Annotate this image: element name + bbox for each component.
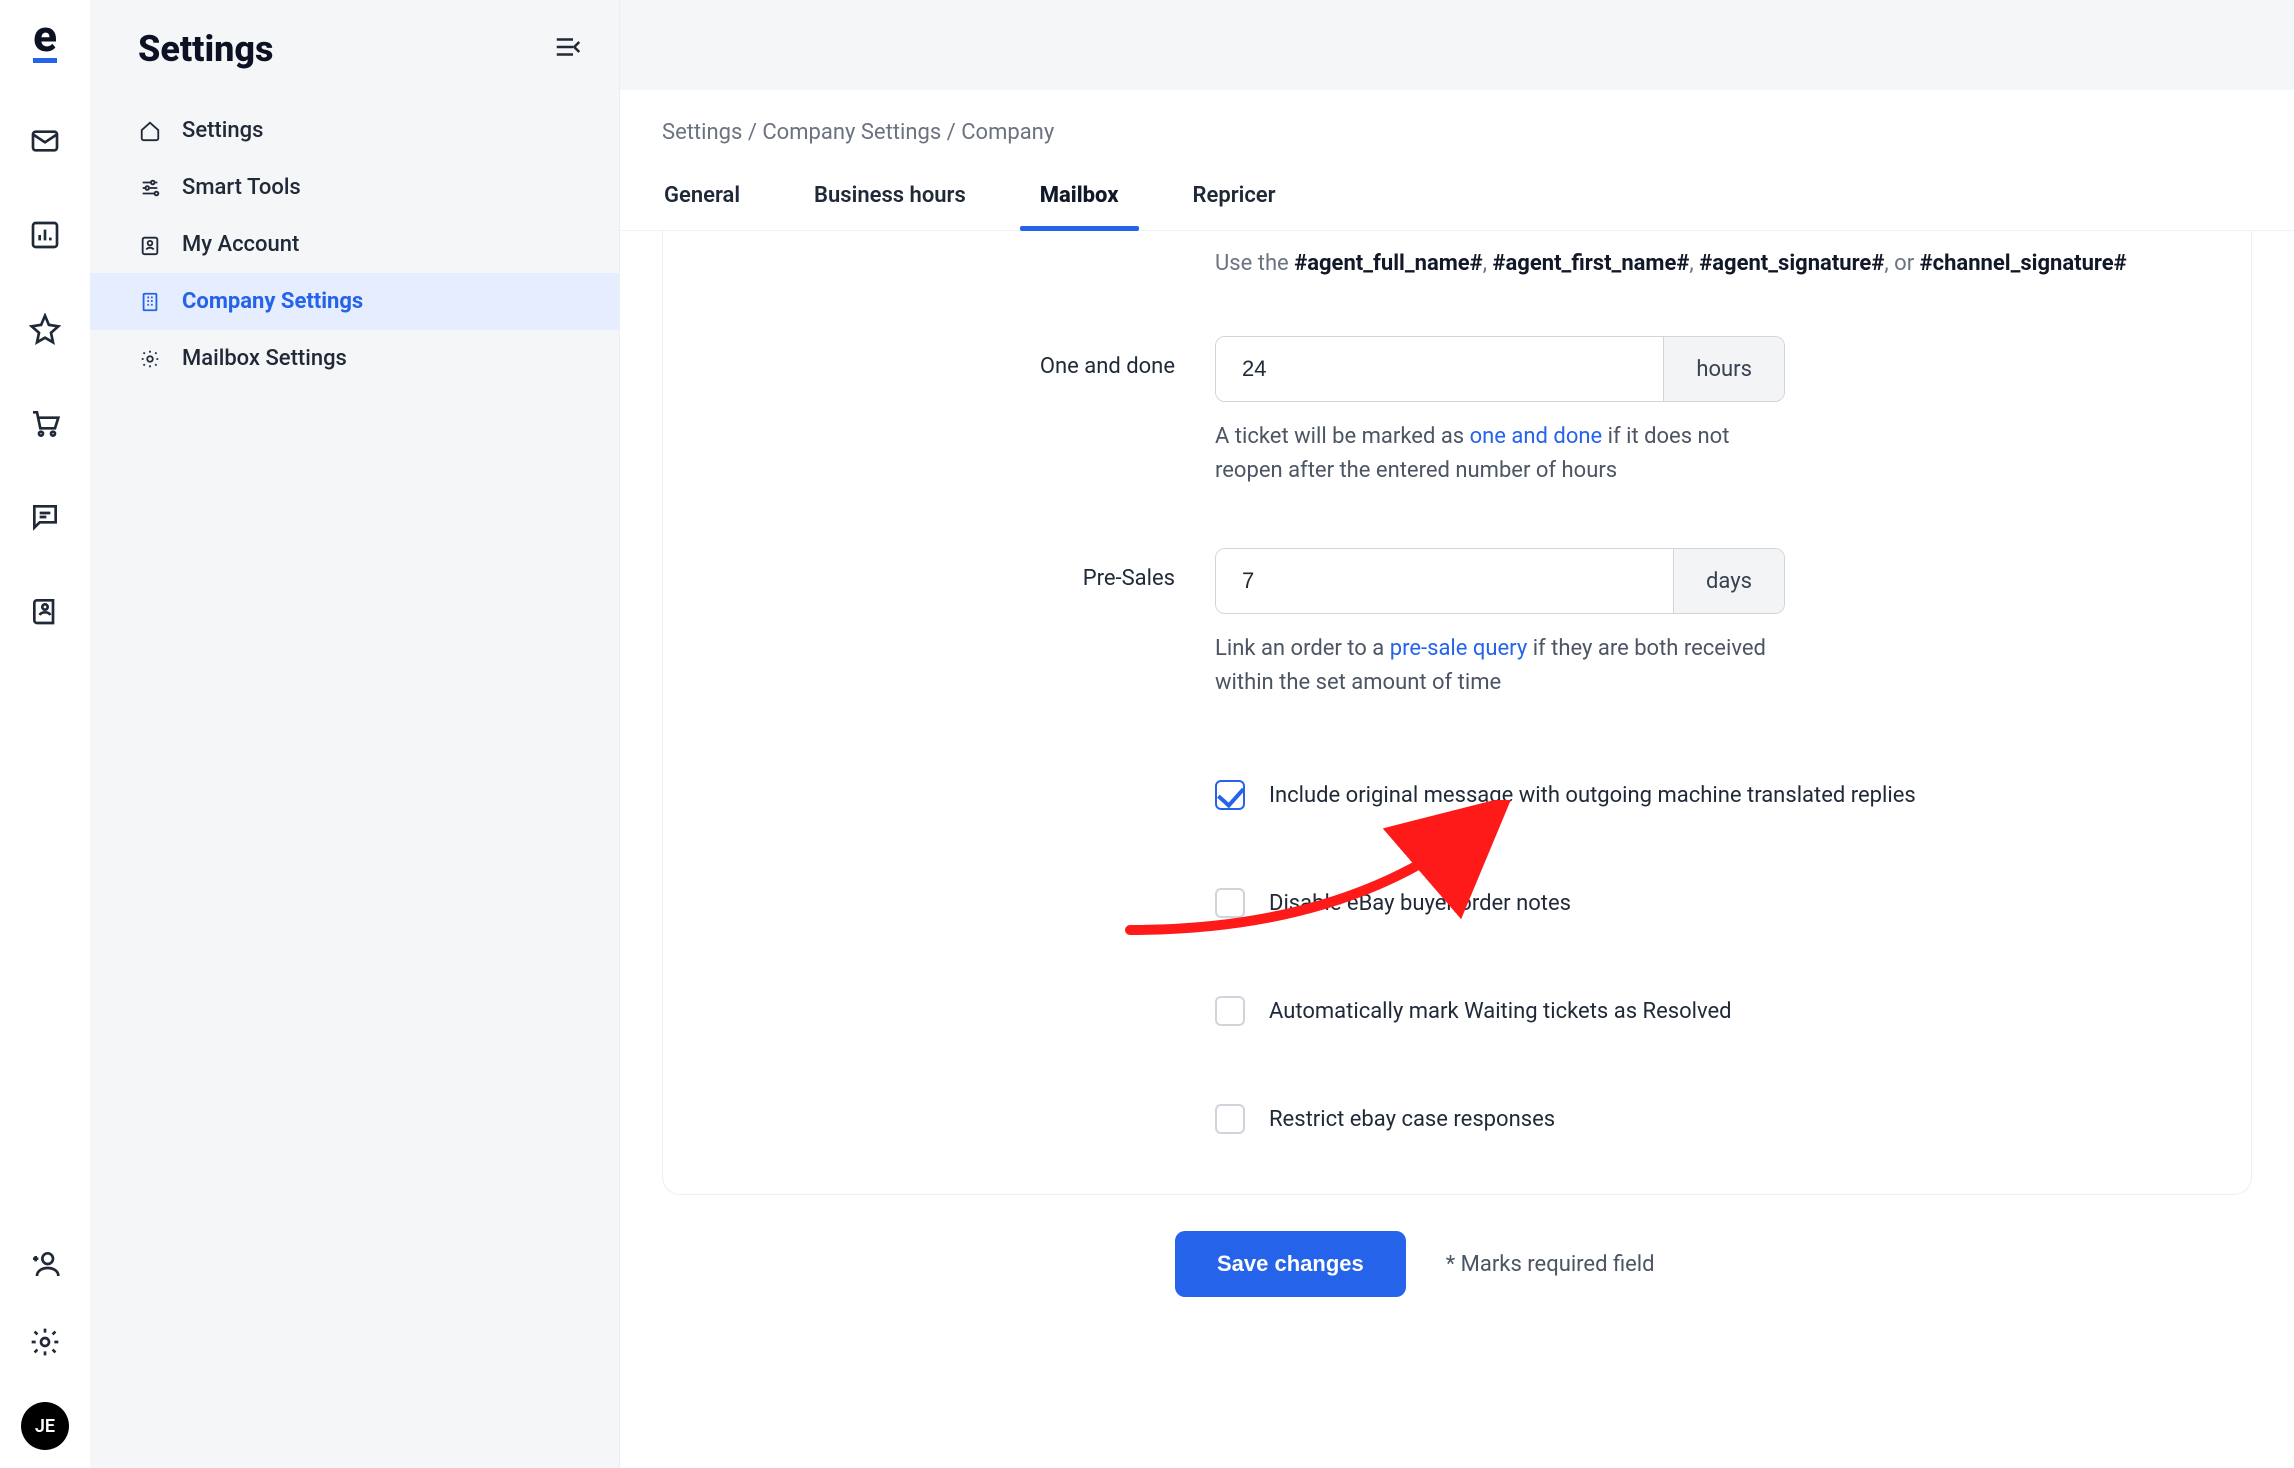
mailbox-settings-card: Use the #agent_full_name#, #agent_first_… — [662, 231, 2252, 1195]
pre-sale-query-link[interactable]: pre-sale query — [1390, 636, 1528, 661]
sliders-icon — [138, 176, 162, 200]
one-and-done-input[interactable] — [1216, 337, 1663, 401]
include-original-label: Include original message with outgoing m… — [1269, 783, 1916, 808]
add-user-icon[interactable] — [27, 1246, 63, 1282]
tab-business-hours[interactable]: Business hours — [812, 165, 968, 230]
star-icon[interactable] — [27, 311, 63, 347]
pre-sales-row: Pre-Sales days Link an order to a pre-sa… — [705, 548, 2209, 700]
mail-icon[interactable] — [27, 123, 63, 159]
disable-ebay-notes-label: Disable eBay buyer order notes — [1269, 891, 1571, 916]
nav-label: My Account — [182, 232, 299, 257]
pre-sales-input-group: days — [1215, 548, 1785, 614]
placeholder-hint: Use the #agent_full_name#, #agent_first_… — [705, 251, 2209, 276]
sidebar-title: Settings — [138, 28, 274, 70]
pre-sales-helper: Link an order to a pre-sale query if the… — [1215, 632, 1785, 700]
icon-rail: e JE — [0, 0, 90, 1468]
tab-general[interactable]: General — [662, 165, 742, 230]
chat-icon[interactable] — [27, 499, 63, 535]
app-logo[interactable]: e — [33, 14, 57, 63]
breadcrumb-settings[interactable]: Settings — [662, 120, 742, 145]
gear-small-icon — [138, 347, 162, 371]
breadcrumb: Settings / Company Settings / Company — [620, 90, 2294, 165]
one-and-done-label: One and done — [705, 336, 1175, 379]
tab-repricer[interactable]: Repricer — [1191, 165, 1278, 230]
nav-label: Company Settings — [182, 289, 363, 314]
auto-resolve-waiting-checkbox[interactable] — [1215, 996, 1245, 1026]
settings-nav: Settings Smart Tools My Account Company … — [90, 96, 619, 387]
restrict-ebay-case-checkbox[interactable] — [1215, 1104, 1245, 1134]
collapse-sidebar-icon[interactable] — [553, 32, 587, 66]
id-card-icon — [138, 233, 162, 257]
pre-sales-input[interactable] — [1216, 549, 1673, 613]
required-note: * Marks required field — [1446, 1252, 1655, 1277]
home-icon — [138, 119, 162, 143]
auto-resolve-waiting-label: Automatically mark Waiting tickets as Re… — [1269, 999, 1732, 1024]
disable-ebay-notes-row: Disable eBay buyer order notes — [705, 888, 2209, 918]
building-icon — [138, 290, 162, 314]
nav-label: Mailbox Settings — [182, 346, 347, 371]
nav-my-account[interactable]: My Account — [90, 216, 619, 273]
include-original-row: Include original message with outgoing m… — [705, 780, 2209, 810]
one-and-done-input-group: hours — [1215, 336, 1785, 402]
restrict-ebay-case-row: Restrict ebay case responses — [705, 1104, 2209, 1134]
auto-resolve-waiting-row: Automatically mark Waiting tickets as Re… — [705, 996, 2209, 1026]
nav-smart-tools[interactable]: Smart Tools — [90, 159, 619, 216]
nav-label: Settings — [182, 118, 263, 143]
one-and-done-link[interactable]: one and done — [1470, 424, 1603, 449]
settings-sidebar: Settings Settings Smart Tools My Account — [90, 0, 620, 1468]
pre-sales-label: Pre-Sales — [705, 548, 1175, 591]
nav-label: Smart Tools — [182, 175, 301, 200]
gear-icon[interactable] — [27, 1324, 63, 1360]
nav-settings[interactable]: Settings — [90, 102, 619, 159]
restrict-ebay-case-label: Restrict ebay case responses — [1269, 1107, 1555, 1132]
one-and-done-helper: A ticket will be marked as one and done … — [1215, 420, 1785, 488]
footer-row: Save changes * Marks required field — [620, 1195, 2294, 1297]
disable-ebay-notes-checkbox[interactable] — [1215, 888, 1245, 918]
tab-mailbox[interactable]: Mailbox — [1038, 165, 1121, 230]
avatar[interactable]: JE — [21, 1402, 69, 1450]
pre-sales-unit: days — [1673, 549, 1784, 613]
include-original-checkbox[interactable] — [1215, 780, 1245, 810]
one-and-done-unit: hours — [1663, 337, 1784, 401]
book-user-icon[interactable] — [27, 593, 63, 629]
nav-company-settings[interactable]: Company Settings — [90, 273, 619, 330]
breadcrumb-company: Company — [961, 120, 1054, 145]
one-and-done-row: One and done hours A ticket will be mark… — [705, 336, 2209, 488]
chart-icon[interactable] — [27, 217, 63, 253]
save-button[interactable]: Save changes — [1175, 1231, 1406, 1297]
cart-icon[interactable] — [27, 405, 63, 441]
breadcrumb-company-settings[interactable]: Company Settings — [762, 120, 941, 145]
main-content: Settings / Company Settings / Company Ge… — [620, 0, 2294, 1468]
tabs: General Business hours Mailbox Repricer — [620, 165, 2294, 231]
nav-mailbox-settings[interactable]: Mailbox Settings — [90, 330, 619, 387]
